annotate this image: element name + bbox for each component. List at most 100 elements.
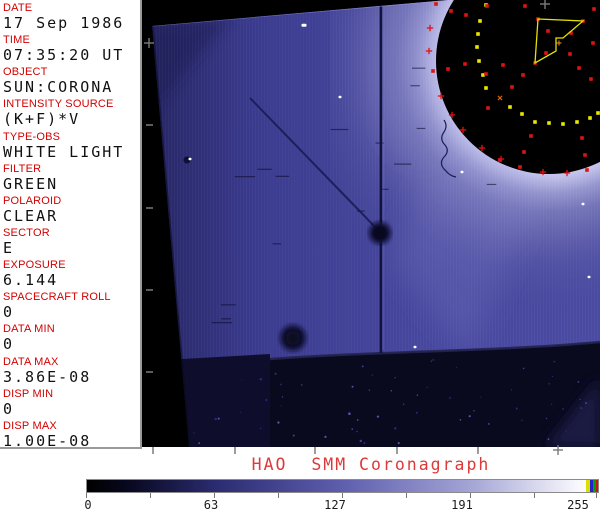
bright-speck	[587, 275, 591, 279]
metadata-value: SUN:CORONA	[3, 78, 114, 97]
yellow-square-marker	[475, 45, 479, 49]
occulter-pylon-shadow	[379, 3, 383, 353]
metadata-label: SECTOR	[3, 226, 50, 239]
colorbar-tick	[596, 493, 597, 498]
yellow-square-marker	[484, 86, 488, 90]
red-square-marker	[518, 165, 522, 169]
metadata-value: 1.00E-08	[3, 431, 92, 450]
red-square-marker	[446, 67, 450, 71]
metadata-label: SPACECRAFT ROLL	[3, 291, 111, 304]
bright-speck	[581, 202, 585, 206]
red-square-marker	[484, 72, 488, 76]
red-square-marker	[583, 153, 587, 157]
colorbar-tick-label: 191	[451, 498, 473, 512]
red-square-marker	[521, 73, 525, 77]
red-square-marker	[523, 4, 527, 8]
colorbar-tick-label: 63	[203, 498, 219, 512]
bright-speck	[413, 345, 417, 349]
red-square-marker	[589, 77, 593, 81]
red-square-marker	[434, 2, 438, 6]
bright-speck	[460, 170, 464, 174]
metadata-value: 0	[3, 303, 15, 322]
yellow-square-marker	[508, 105, 512, 109]
red-square-marker	[546, 29, 550, 33]
metadata-label: DISP MIN	[3, 387, 54, 400]
red-square-marker	[463, 62, 467, 66]
yellow-square-marker	[477, 59, 481, 63]
metadata-field: SECTOR E	[0, 227, 140, 259]
red-square-marker	[486, 106, 490, 110]
metadata-label: TIME	[3, 34, 31, 47]
colorbar-tick	[150, 493, 151, 498]
metadata-label: DATE	[3, 2, 33, 14]
yellow-square-marker	[561, 122, 565, 126]
colorbar-tick	[406, 493, 407, 498]
metadata-value: 07:35:20 UT	[3, 46, 125, 65]
metadata-value: 17 Sep 1986	[3, 14, 125, 32]
metadata-value: E	[3, 238, 15, 257]
metadata-label: OBJECT	[3, 66, 48, 79]
bright-speck	[188, 157, 192, 161]
bright-speck	[338, 95, 342, 99]
metadata-value: CLEAR	[3, 206, 59, 225]
metadata-label: DISP MAX	[3, 419, 57, 432]
yellow-square-marker	[520, 112, 524, 116]
colorbar-tick	[534, 493, 535, 498]
red-square-marker	[510, 85, 514, 89]
metadata-field: DISP MAX 1.00E-08	[0, 420, 140, 452]
metadata-label: DATA MAX	[3, 355, 59, 368]
yellow-square-marker	[476, 32, 480, 36]
colorbar-tick-label: 255	[567, 498, 589, 512]
red-square-marker	[449, 9, 453, 13]
metadata-field: DATE 17 Sep 1986	[0, 2, 140, 34]
yellow-square-marker	[596, 111, 600, 115]
metadata-value: (K+F)*V	[3, 110, 81, 129]
metadata-label: POLAROID	[3, 194, 62, 207]
intensity-colorbar	[86, 479, 599, 493]
colorbar-tick	[278, 493, 279, 498]
metadata-field: POLAROID CLEAR	[0, 195, 140, 227]
red-square-marker	[485, 4, 489, 8]
metadata-sidebar: DATE 17 Sep 1986 TIME 07:35:20 UT OBJECT SUN:…	[0, 0, 142, 452]
metadata-field: DISP MIN 0	[0, 388, 140, 420]
bright-speck	[301, 23, 307, 27]
metadata-value: 6.144	[3, 271, 59, 290]
colorbar-tick-label: 127	[324, 498, 346, 512]
metadata-field: DATA MAX 3.86E-08	[0, 356, 140, 388]
red-square-marker	[568, 52, 572, 56]
red-square-marker	[585, 168, 589, 172]
metadata-value: 3.86E-08	[3, 367, 92, 386]
metadata-label: INTENSITY SOURCE	[3, 98, 114, 111]
coronagraph-viewer-window: DATE 17 Sep 1986 TIME 07:35:20 UT OBJECT SUN:…	[0, 0, 600, 512]
metadata-field: TYPE-OBS WHITE LIGHT	[0, 131, 140, 163]
red-square-marker	[529, 134, 533, 138]
metadata-field: SPACECRAFT ROLL 0	[0, 291, 140, 323]
metadata-value: WHITE LIGHT	[3, 142, 125, 161]
yellow-square-marker	[533, 120, 537, 124]
red-square-marker	[431, 69, 435, 73]
yellow-square-marker	[575, 120, 579, 124]
metadata-value: 0	[3, 399, 15, 418]
red-square-marker	[591, 41, 595, 45]
metadata-field: DATA MIN 0	[0, 323, 140, 355]
yellow-square-marker	[588, 116, 592, 120]
metadata-label: EXPOSURE	[3, 259, 66, 272]
yellow-square-marker	[478, 19, 482, 23]
metadata-field: OBJECT SUN:CORONA	[0, 66, 140, 98]
red-square-marker	[577, 66, 581, 70]
metadata-label: DATA MIN	[3, 323, 55, 336]
yellow-square-marker	[547, 121, 551, 125]
red-square-marker	[464, 13, 468, 17]
colorbar-tick-label: 0	[84, 498, 92, 512]
metadata-field: INTENSITY SOURCE (K+F)*V	[0, 98, 140, 130]
metadata-field: EXPOSURE 6.144	[0, 259, 140, 291]
red-square-marker	[544, 51, 548, 55]
metadata-field: TIME 07:35:20 UT	[0, 34, 140, 66]
instrument-title: HAO SMM Coronagraph	[251, 455, 491, 474]
red-square-marker	[580, 136, 584, 140]
metadata-value: GREEN	[3, 174, 59, 193]
metadata-label: FILTER	[3, 162, 42, 175]
metadata-value: 0	[3, 335, 15, 354]
red-square-marker	[522, 150, 526, 154]
red-square-marker	[501, 63, 505, 67]
